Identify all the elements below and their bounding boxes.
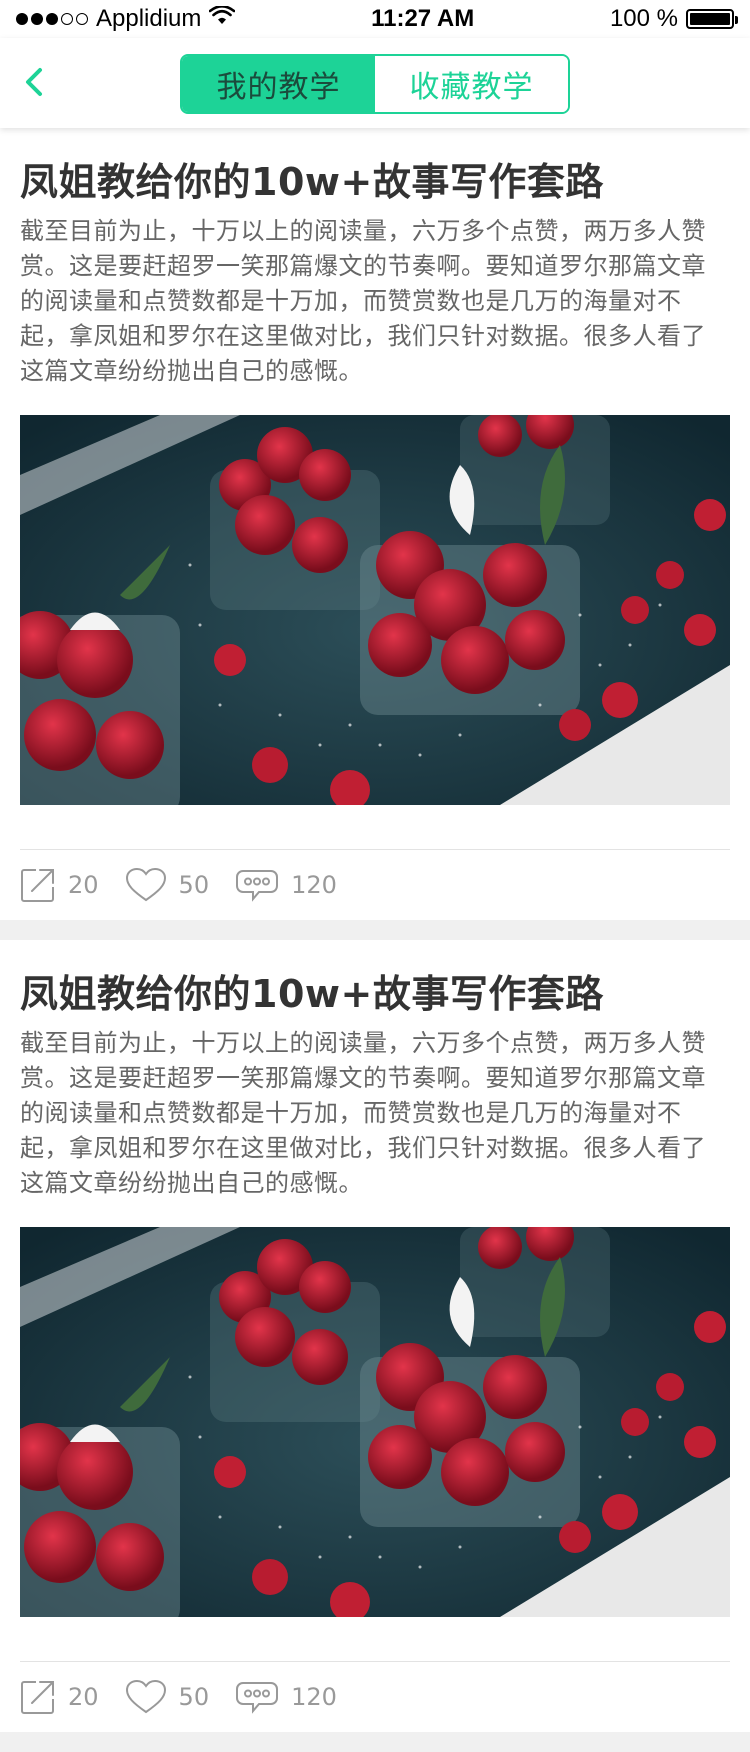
like-count: 50 [178, 1683, 210, 1711]
status-right: 100 % [609, 5, 738, 33]
share-count: 20 [68, 871, 99, 899]
like-button[interactable]: 50 [125, 867, 210, 903]
post-card[interactable]: 凤姐教给你的10w+故事写作套路 截至目前为止，十万以上的阅读量，六万多个点赞，… [0, 940, 750, 1732]
wifi-icon [209, 4, 236, 33]
heart-icon [125, 1679, 166, 1714]
post-actions: 20 50 120 [20, 1662, 730, 1732]
battery-icon [686, 9, 738, 29]
like-button[interactable]: 50 [125, 1679, 210, 1715]
status-bar: Applidium 11:27 AM 100 % [0, 0, 750, 38]
status-left: Applidium [16, 4, 236, 33]
comment-count: 120 [291, 871, 337, 899]
post-excerpt: 截至目前为止，十万以上的阅读量，六万多个点赞，两万多人赞赏。这是要赶超罗一笑那篇… [20, 217, 706, 385]
post-title[interactable]: 凤姐教给你的10w+故事写作套路 [20, 940, 730, 1018]
post-image[interactable] [20, 1227, 730, 1617]
carrier-name: Applidium [96, 5, 202, 32]
signal-strength-icon [16, 13, 88, 25]
battery-percent: 100 % [609, 5, 678, 32]
post-card[interactable]: 凤姐教给你的10w+故事写作套路 截至目前为止，十万以上的阅读量，六万多个点赞，… [0, 128, 750, 920]
comment-button[interactable]: 120 [235, 868, 337, 902]
post-title[interactable]: 凤姐教给你的10w+故事写作套路 [20, 128, 730, 206]
post-image[interactable] [20, 415, 730, 805]
like-count: 50 [178, 871, 210, 899]
share-button[interactable]: 20 [20, 867, 99, 903]
comment-icon [236, 870, 279, 902]
post-actions: 20 50 120 [20, 850, 730, 920]
chevron-left-icon [26, 68, 42, 96]
post-excerpt: 截至目前为止，十万以上的阅读量，六万多个点赞，两万多人赞赏。这是要赶超罗一笑那篇… [20, 1029, 706, 1197]
share-icon [21, 1681, 54, 1714]
share-button[interactable]: 20 [20, 1679, 99, 1715]
tab-my-teaching[interactable]: 我的教学 [182, 56, 375, 112]
nav-bar: 我的教学 收藏教学 [0, 38, 750, 128]
post-feed: 凤姐教给你的10w+故事写作套路 截至目前为止，十万以上的阅读量，六万多个点赞，… [0, 128, 750, 1752]
heart-icon [125, 867, 166, 902]
segmented-control: 我的教学 收藏教学 [180, 54, 570, 114]
share-icon [21, 869, 54, 902]
tab-favorite-teaching[interactable]: 收藏教学 [375, 56, 568, 112]
clock: 11:27 AM [371, 5, 475, 32]
comment-icon [236, 1682, 279, 1714]
comment-count: 120 [291, 1683, 337, 1711]
share-count: 20 [68, 1683, 99, 1711]
comment-button[interactable]: 120 [235, 1680, 337, 1714]
back-button[interactable] [14, 62, 54, 102]
